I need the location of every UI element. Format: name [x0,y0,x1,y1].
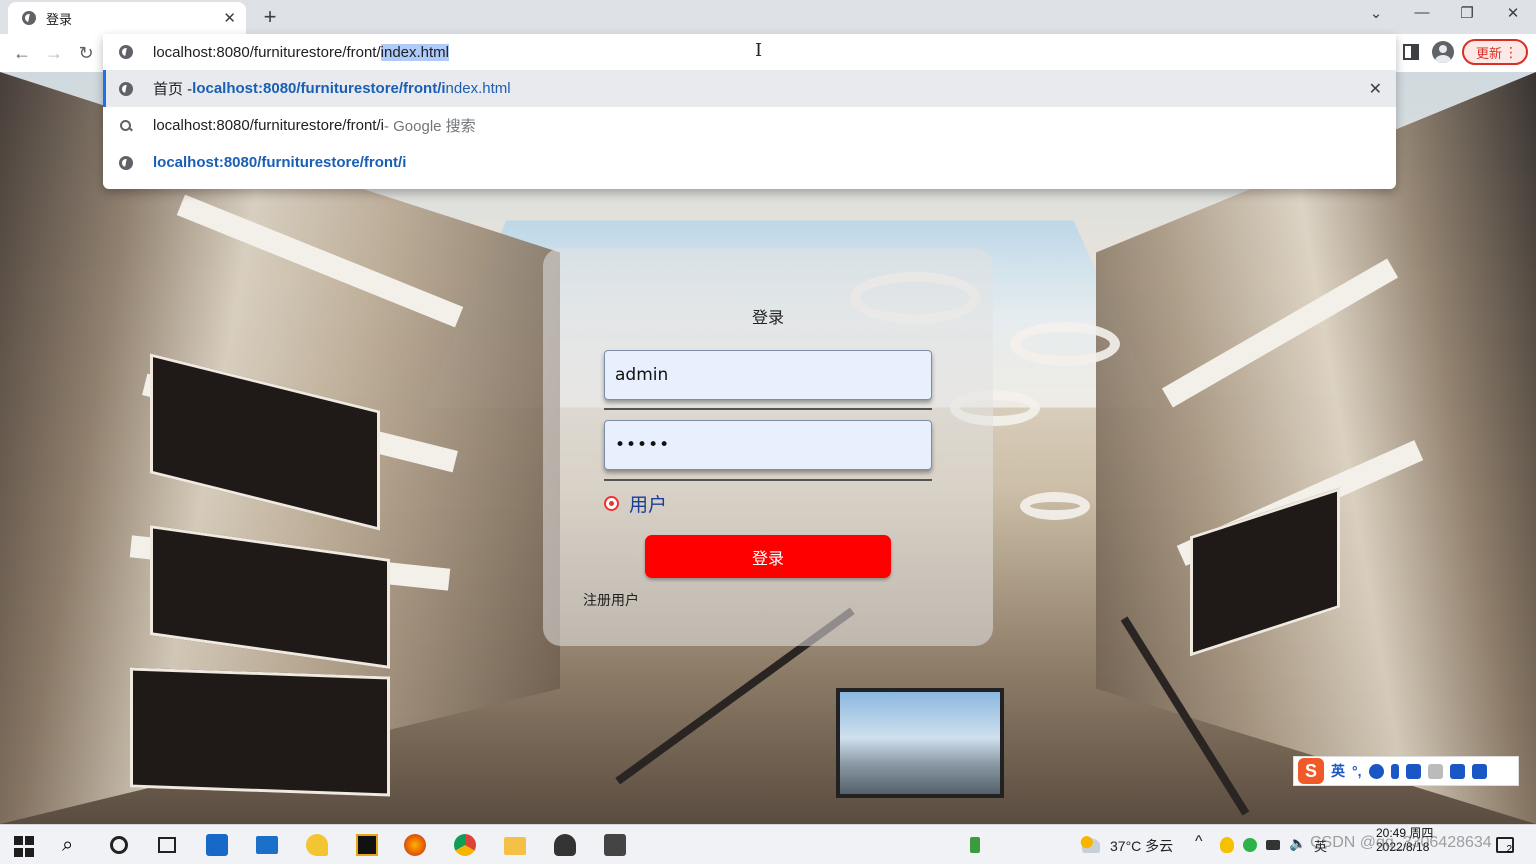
network-icon[interactable] [1266,840,1280,850]
role-radio[interactable]: 用户 [604,490,667,517]
text-cursor-icon: I [755,40,763,61]
tab-close-icon[interactable]: ✕ [223,9,236,27]
app-icon[interactable] [604,834,626,856]
restore-button[interactable]: ❐ [1447,4,1487,22]
remove-suggestion-icon[interactable]: ✕ [1369,79,1382,99]
ime-punctuation-toggle[interactable]: °, [1352,763,1362,779]
suggestion-match: localhost:8080/furniturestore/front/i [153,154,407,171]
globe-icon [119,155,133,170]
app-icon[interactable] [306,834,328,856]
billboard-screen [836,688,1004,798]
suggestion-prefix: 首页 - [153,81,193,98]
search-icon [119,119,133,133]
reload-icon[interactable]: ↻ [74,41,98,65]
username-input[interactable] [604,350,932,400]
sogou-logo-icon[interactable]: S [1298,758,1324,784]
forward-arrow-icon[interactable]: → [42,41,66,65]
field-divider [604,479,932,481]
windows-start-icon[interactable] [14,836,36,858]
weather-icon[interactable] [1078,835,1100,853]
suggestion-item[interactable]: 首页 - localhost:8080/furniturestore/front… [103,70,1396,107]
site-info-icon[interactable] [119,45,133,59]
search-icon[interactable]: ⌕ [62,834,84,856]
chevron-up-icon[interactable]: ^ [1195,833,1203,851]
login-title: 登录 [751,310,784,327]
task-view-icon[interactable] [158,837,176,853]
update-button[interactable]: 更新 ⋮ [1462,39,1528,65]
minimize-button[interactable]: — [1402,4,1442,21]
radio-selected-icon[interactable] [604,496,619,511]
address-selected-text: index.html [380,43,450,61]
app-icon[interactable] [554,834,576,856]
weather-text[interactable]: 37°C 多云 [1110,836,1173,856]
login-button[interactable]: 登录 [645,535,891,578]
ceiling-ring [1010,322,1120,366]
emoji-icon[interactable] [1368,763,1384,779]
side-panel-icon[interactable] [1403,44,1419,60]
firefox-icon[interactable] [404,834,426,856]
globe-icon [22,11,36,25]
role-label: 用户 [629,495,668,516]
tray-icon[interactable] [1243,838,1257,852]
suggestion-text: localhost:8080/furniturestore/front/i [153,117,384,134]
suggestion-item[interactable]: localhost:8080/furniturestore/front/i - … [103,107,1396,144]
suggestion-rest: ndex.html [445,80,511,97]
update-label: 更新 [1476,45,1503,61]
address-bar[interactable]: localhost:8080/furniturestore/front/inde… [103,34,1396,70]
new-tab-button[interactable]: + [258,4,282,30]
cortana-icon[interactable] [110,836,128,854]
password-input[interactable] [604,420,932,470]
notification-icon[interactable]: 2 [1496,837,1514,855]
address-prefix: localhost:8080/furniturestore/front/ [153,43,381,61]
ime-language-toggle[interactable]: 英 [1331,761,1345,781]
chrome-icon[interactable] [454,834,476,856]
toolbox-icon[interactable] [1471,763,1487,779]
file-explorer-icon[interactable] [504,837,526,855]
battery-icon[interactable] [970,837,980,853]
register-link[interactable]: 注册用户 [583,590,639,610]
qq-icon[interactable] [1220,837,1234,853]
microphone-icon[interactable] [1390,763,1399,779]
suggestion-match: localhost:8080/furniturestore/front/i [192,80,446,97]
menu-dots-icon: ⋮ [1504,44,1518,60]
storefront [130,667,390,797]
suggestion-suffix: - Google 搜索 [383,118,476,135]
globe-icon [119,81,133,96]
suggestion-item[interactable]: localhost:8080/furniturestore/front/i [103,144,1396,181]
ime-toolbar: S 英 °, [1293,756,1519,786]
skin-icon[interactable] [1449,763,1465,779]
keyboard-icon[interactable] [1405,763,1421,779]
watermark: CSDN @qq_3306428634 [1310,834,1492,851]
user-icon[interactable] [1427,763,1443,779]
volume-icon[interactable]: 🔈 [1289,835,1306,852]
back-arrow-icon[interactable]: ← [10,41,34,65]
ceiling-ring [1020,492,1090,520]
tab-strip: 登录 ✕ + ⌄ — ❐ ✕ [0,0,1536,34]
mail-icon[interactable] [256,836,278,854]
omnibox-dropdown: localhost:8080/furniturestore/front/inde… [103,34,1396,189]
field-divider [604,408,932,410]
notification-count: 2 [1506,844,1512,855]
tab-search-icon[interactable]: ⌄ [1356,4,1396,22]
browser-tab[interactable]: 登录 ✕ [8,2,246,34]
taskbar: ⌕ 37°C 多云 ^ 🔈 英 2 [0,824,1536,864]
profile-icon[interactable] [1432,41,1454,63]
window-close-button[interactable]: ✕ [1493,4,1533,22]
tab-title: 登录 [46,11,73,27]
store-icon[interactable] [206,834,228,856]
intellij-icon[interactable] [356,834,378,856]
